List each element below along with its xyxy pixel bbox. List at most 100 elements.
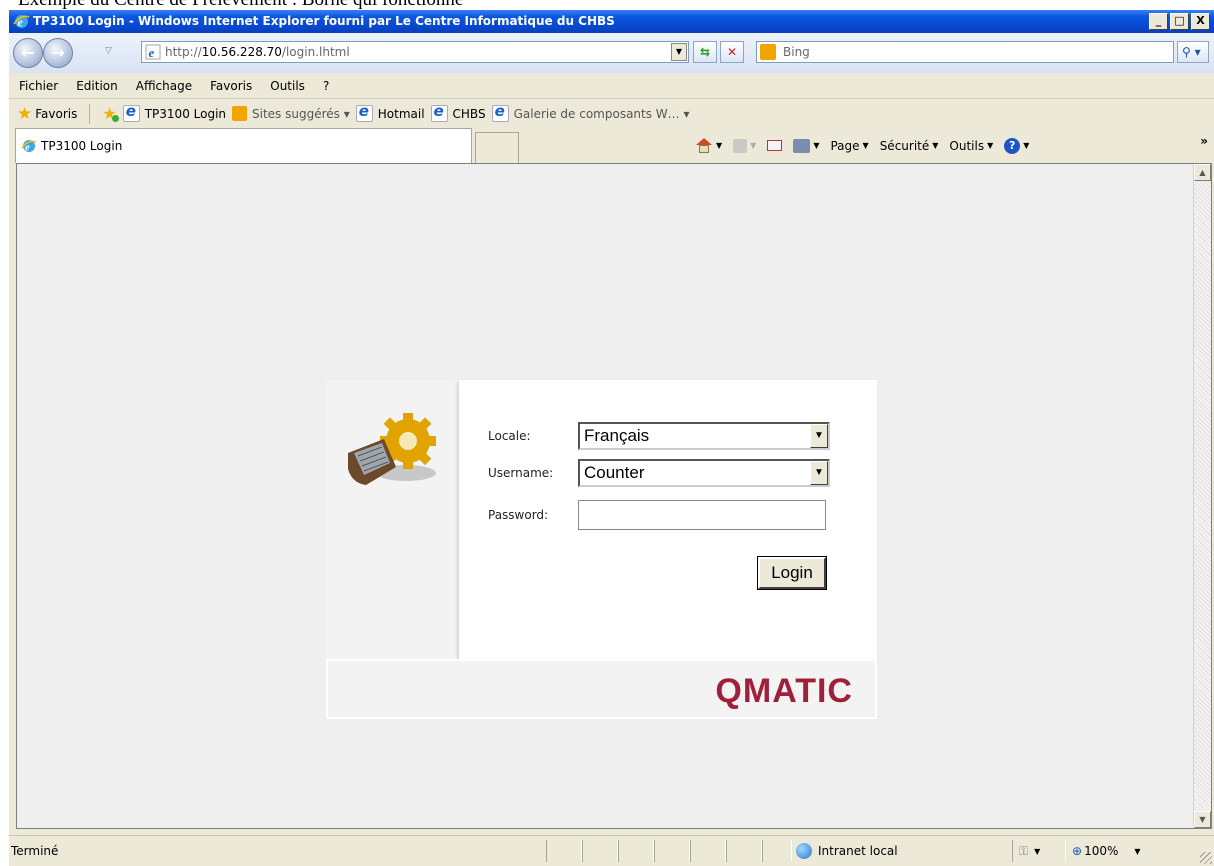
menu-item-edition[interactable]: Edition xyxy=(66,79,126,93)
chevron-down-icon: ▼ xyxy=(987,141,994,150)
refresh-icon: ⇆ xyxy=(699,45,711,59)
home-button[interactable]: ▼ xyxy=(695,137,723,154)
menu-bar: Fichier Edition Affichage Favoris Outils… xyxy=(9,73,1214,99)
status-cell xyxy=(654,840,690,862)
maximize-button[interactable]: □ xyxy=(1170,13,1189,30)
command-overflow-icon[interactable]: » xyxy=(1200,134,1208,148)
status-cell xyxy=(726,840,762,862)
stop-button[interactable]: ✕ xyxy=(720,41,744,63)
svg-text:e: e xyxy=(149,45,155,60)
username-select[interactable]: Counter ▼ xyxy=(578,459,830,487)
help-menu-button[interactable]: ? ▼ xyxy=(1004,137,1030,154)
username-value: Counter xyxy=(584,463,645,482)
tab-label: TP3100 Login xyxy=(41,139,123,153)
forward-arrow-icon: → xyxy=(51,43,65,62)
minimize-button[interactable]: _ xyxy=(1149,13,1168,30)
menu-item-affichage[interactable]: Affichage xyxy=(126,79,200,93)
fav-link-hotmail[interactable]: Hotmail xyxy=(355,102,425,122)
chevron-down-icon: ▼ xyxy=(862,141,869,150)
search-box[interactable]: Bing xyxy=(756,41,1174,63)
status-text: Terminé xyxy=(11,844,59,858)
locale-label: Locale: xyxy=(488,429,531,443)
fav-link-sites-suggeres[interactable]: Sites suggérés ▾ xyxy=(232,106,350,121)
browser-window: e TP3100 Login - Windows Internet Explor… xyxy=(9,10,1214,866)
ie-page-icon xyxy=(430,102,448,122)
zone-label: Intranet local xyxy=(818,844,898,858)
mail-icon xyxy=(767,140,783,151)
status-cell xyxy=(582,840,618,862)
feeds-button[interactable]: ▼ xyxy=(733,138,757,153)
search-placeholder: Bing xyxy=(783,45,810,59)
login-terminal-gear-icon xyxy=(348,413,436,485)
chevron-down-icon: ▼ xyxy=(1034,846,1041,856)
login-button[interactable]: Login xyxy=(757,556,827,590)
zoom-icon: ⊕ xyxy=(1072,844,1083,858)
zoom-button[interactable]: ⊕ 100% ▼ xyxy=(1072,840,1141,862)
locale-select[interactable]: Français ▼ xyxy=(578,422,830,450)
chevron-down-icon: ▼ xyxy=(1134,846,1141,856)
home-icon xyxy=(695,137,713,154)
command-bar: ▼ ▼ ▼ Page ▼ Sécurité ▼ Outils ▼ ? ▼ xyxy=(695,128,1040,163)
resize-grip[interactable] xyxy=(1200,852,1212,864)
protected-mode-button[interactable]: ⚿ ▼ xyxy=(1012,840,1066,862)
favorites-star-icon: ★ xyxy=(17,103,33,124)
chevron-down-icon: ▼ xyxy=(813,141,820,150)
title-bar[interactable]: e TP3100 Login - Windows Internet Explor… xyxy=(9,10,1214,33)
printer-icon xyxy=(793,138,811,153)
address-dropdown-button[interactable]: ▼ xyxy=(671,43,687,61)
chevron-down-icon: ▼ xyxy=(1023,141,1030,150)
qmatic-logo: QMATIC xyxy=(715,672,853,710)
print-button[interactable]: ▼ xyxy=(793,138,820,153)
fav-link-chbs[interactable]: CHBS xyxy=(430,102,486,122)
new-tab-button[interactable] xyxy=(475,132,519,163)
status-bar: Terminé Intranet local ⚿ ▼ ⊕ 100% ▼ xyxy=(9,835,1214,866)
password-row: Password: xyxy=(488,500,826,530)
chevron-down-icon: ▼ xyxy=(932,141,939,150)
ie-tab-icon: e xyxy=(21,140,37,154)
close-button[interactable]: X xyxy=(1191,13,1210,30)
forward-button[interactable]: → xyxy=(43,38,73,68)
add-favorite-icon[interactable]: ★ xyxy=(102,104,120,123)
fav-link-tp3100-login[interactable]: TP3100 Login xyxy=(122,102,226,122)
read-mail-button[interactable] xyxy=(767,140,783,151)
history-dropdown-icon[interactable]: ▽ xyxy=(105,46,112,56)
page-ie-icon: e xyxy=(145,44,161,60)
url-text: http://10.56.228.70/login.lhtml xyxy=(165,45,350,59)
menu-item-favoris[interactable]: Favoris xyxy=(200,79,260,93)
login-panel: Locale: Français ▼ Username: Counter ▼ P… xyxy=(326,380,877,719)
tools-menu-button[interactable]: Outils ▼ xyxy=(949,139,993,153)
search-button[interactable]: ⚲ ▾ xyxy=(1177,41,1209,63)
fav-link-web-slice-gallery[interactable]: Galerie de composants W… ▾ xyxy=(491,102,690,122)
tab-tp3100-login[interactable]: e TP3100 Login xyxy=(15,128,472,163)
security-zone[interactable]: Intranet local xyxy=(796,840,898,862)
back-button[interactable]: ← xyxy=(13,38,43,68)
scroll-down-button[interactable]: ▼ xyxy=(1194,811,1211,828)
scroll-up-button[interactable]: ▲ xyxy=(1194,164,1211,181)
menu-item-outils[interactable]: Outils xyxy=(260,79,313,93)
ie-page-icon xyxy=(122,102,140,122)
login-form: Locale: Français ▼ Username: Counter ▼ P… xyxy=(459,380,877,659)
vertical-scrollbar[interactable]: ▲ ▼ xyxy=(1193,164,1211,828)
chevron-down-icon[interactable]: ▼ xyxy=(810,424,828,448)
menu-item-help[interactable]: ? xyxy=(313,79,337,93)
menu-item-fichier[interactable]: Fichier xyxy=(9,79,66,93)
address-toolbar: ← → ▽ e http://10.56.228.70/login.lhtml … xyxy=(9,33,1214,73)
page-viewport: ▲ ▼ Locale: Français ▼ Username: Counter… xyxy=(16,163,1212,829)
status-cell xyxy=(546,840,582,862)
password-input[interactable] xyxy=(578,500,826,530)
window-title: TP3100 Login - Windows Internet Explorer… xyxy=(33,14,615,28)
ie-page-icon xyxy=(355,102,373,122)
locale-row: Locale: Français ▼ xyxy=(488,422,830,450)
chevron-down-icon[interactable]: ▼ xyxy=(810,461,828,485)
security-menu-button[interactable]: Sécurité ▼ xyxy=(880,139,939,153)
address-bar[interactable]: e http://10.56.228.70/login.lhtml ▼ xyxy=(141,41,689,63)
favorites-button[interactable]: ★ Favoris xyxy=(9,104,77,124)
brand-footer: QMATIC xyxy=(326,659,877,719)
chevron-down-icon: ▼ xyxy=(750,141,757,150)
page-menu-button[interactable]: Page ▼ xyxy=(830,139,868,153)
favorites-bar: ★ Favoris ★ TP3100 Login Sites suggérés … xyxy=(9,99,1214,128)
refresh-button[interactable]: ⇆ xyxy=(693,41,717,63)
username-label: Username: xyxy=(488,466,554,480)
intranet-zone-icon xyxy=(796,843,812,859)
chevron-down-icon: ▼ xyxy=(716,141,723,150)
